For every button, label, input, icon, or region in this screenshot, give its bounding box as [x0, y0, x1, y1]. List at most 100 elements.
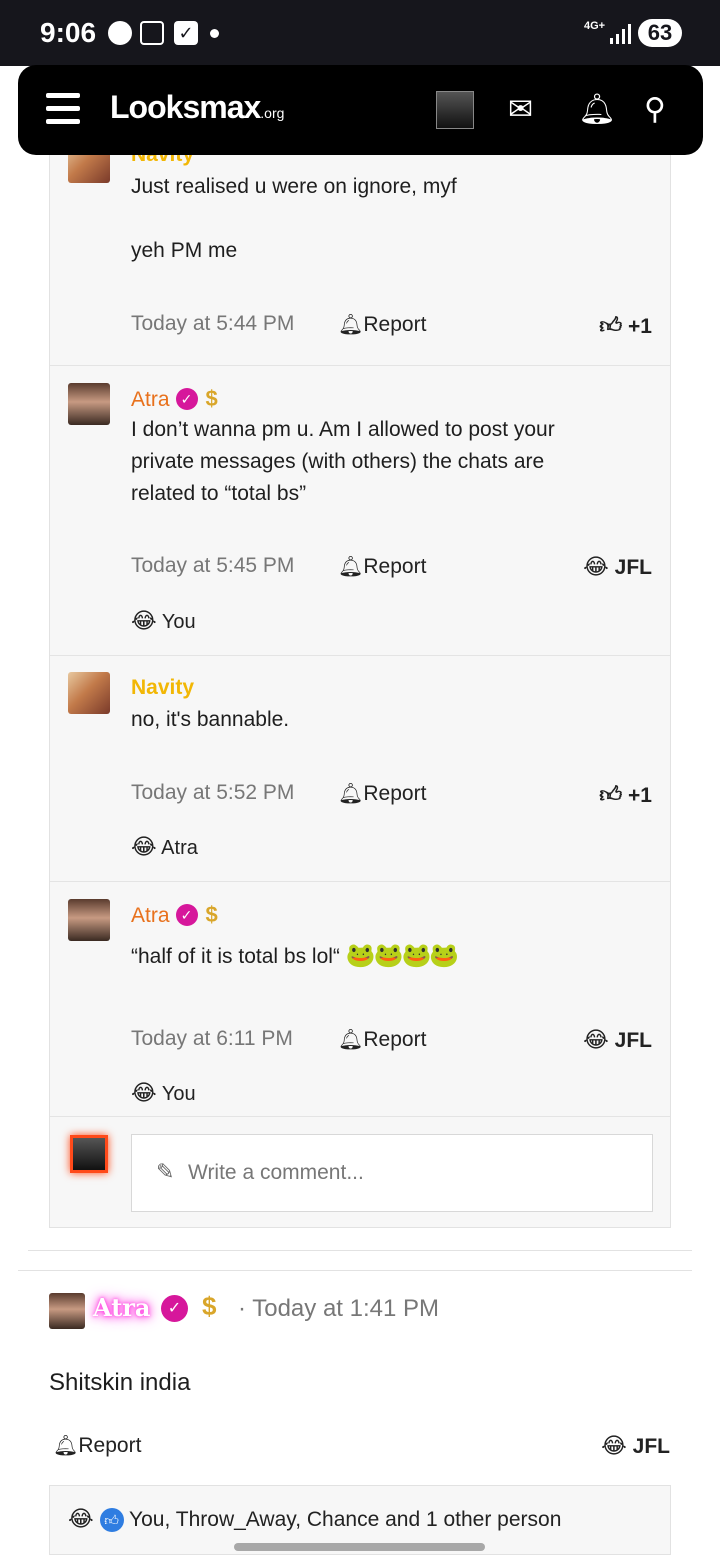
reaction-label: JFL [632, 1435, 670, 1458]
post-time[interactable]: · Today at 1:41 PM [238, 1295, 439, 1323]
thumbs-up-icon: 👍︎ [599, 782, 623, 807]
bell-icon[interactable]: 🔔︎ [578, 93, 616, 127]
report-button[interactable]: 🔔︎Report [338, 312, 426, 337]
thumbs-up-icon: 👍︎ [599, 313, 623, 338]
reaction-button[interactable]: 😂 JFL [583, 1027, 652, 1053]
reaction-list[interactable]: 😂 Atra [131, 834, 198, 860]
comment-time[interactable]: Today at 6:11 PM [131, 1027, 293, 1051]
like-icon: 👍︎ [99, 1508, 124, 1532]
comment-body: I don’t wanna pm u. Am I allowed to post… [131, 414, 631, 510]
pencil-icon: ✎ [156, 1159, 175, 1184]
report-label: Report [363, 782, 427, 805]
comment-input[interactable]: ✎ Write a comment... [131, 1134, 653, 1212]
reaction-button[interactable]: 😂 JFL [583, 554, 652, 580]
comment-line [131, 203, 631, 235]
reaction-label: +1 [628, 784, 652, 807]
reaction-button[interactable]: 👍︎ +1 [599, 781, 652, 808]
profile-post: Atra ✓ $ · Today at 1:41 PM Shitskin ind… [18, 1270, 692, 1560]
report-label: Report [363, 313, 427, 336]
reacted-by: Atra [161, 837, 198, 859]
report-label: Report [363, 555, 427, 578]
author-name: Atra [131, 904, 170, 927]
checkbox-icon: ✓ [174, 21, 198, 45]
comment-item: Atra ✓ $ I don’t wanna pm u. Am I allowed … [50, 366, 670, 656]
author-name: Atra [131, 388, 170, 411]
dollar-icon: $ [205, 902, 218, 927]
report-label: Report [363, 1028, 427, 1051]
comment-author[interactable]: Atra ✓ $ [131, 386, 218, 412]
menu-icon[interactable] [46, 93, 80, 125]
report-label: Report [78, 1434, 142, 1457]
reaction-label: JFL [614, 556, 652, 579]
verified-badge-icon: ✓ [161, 1295, 188, 1322]
dollar-icon: $ [205, 386, 218, 411]
dollar-icon: $ [202, 1291, 217, 1321]
bell-icon: 🔔︎ [338, 1029, 364, 1051]
comment-line: related to “total bs” [131, 482, 307, 505]
reaction-label: JFL [614, 1029, 652, 1052]
laughing-crying-icon: 😂 [583, 1027, 609, 1052]
post-body: Shitskin india [49, 1369, 191, 1396]
comment-body: no, it's bannable. [131, 704, 631, 736]
reaction-button[interactable]: 👍︎ +1 [599, 312, 652, 339]
report-button[interactable]: 🔔︎Report [338, 1027, 426, 1052]
reaction-label: +1 [628, 315, 652, 338]
status-time: 9:06 [40, 17, 97, 48]
laughing-crying-icon: 😂 [131, 1080, 157, 1105]
screenshot-icon [140, 21, 164, 45]
laughing-crying-icon: 😂 [68, 1506, 94, 1531]
comment-time[interactable]: Today at 5:45 PM [131, 554, 294, 578]
pepe-emoji-icon: 🐸🐸🐸🐸 [345, 942, 460, 969]
bell-icon: 🔔︎ [53, 1435, 79, 1457]
comment-time[interactable]: Today at 5:52 PM [131, 781, 294, 805]
comment-time[interactable]: Today at 5:44 PM [131, 312, 294, 336]
reacted-by: You [161, 1083, 196, 1105]
laughing-crying-icon: 😂 [131, 834, 157, 859]
network-type: 4G+ [584, 20, 606, 32]
avatar[interactable] [49, 1293, 85, 1329]
comment-placeholder: Write a comment... [188, 1161, 364, 1184]
write-comment-row: ✎ Write a comment... [50, 1117, 670, 1227]
reacted-by: You, Throw_Away, Chance and 1 other pers… [129, 1508, 562, 1531]
post-author[interactable]: Atra [93, 1293, 150, 1322]
comment-item: Navity Just realised u were on ignore, m… [50, 121, 670, 366]
comment-item: Navity no, it's bannable. Today at 5:52 … [50, 656, 670, 882]
home-indicator[interactable] [234, 1543, 485, 1551]
comment-line: yeh PM me [131, 239, 238, 262]
avatar[interactable] [68, 899, 110, 941]
reaction-summary: 😂 👍︎ You, Throw_Away, Chance and 1 other… [68, 1506, 561, 1532]
comment-body: “half of it is total bs lol“ 🐸🐸🐸🐸 [131, 940, 631, 973]
comment-author[interactable]: Navity [131, 676, 194, 700]
avatar[interactable] [68, 383, 110, 425]
reacted-by: You [161, 611, 196, 633]
search-icon[interactable]: ⚲ [644, 93, 666, 127]
report-button[interactable]: 🔔︎Report [53, 1433, 141, 1458]
envelope-icon[interactable]: ✉ [508, 93, 533, 127]
avatar[interactable] [436, 91, 474, 129]
comment-line: “half of it is total bs lol“ [131, 945, 340, 968]
report-button[interactable]: 🔔︎Report [338, 781, 426, 806]
avatar[interactable] [68, 672, 110, 714]
comment-line: I don’t wanna pm u. Am I allowed to post… [131, 418, 555, 441]
circle-status-icon [108, 21, 132, 45]
laughing-crying-icon: 😂 [131, 608, 157, 633]
comment-author[interactable]: Atra ✓ $ [131, 902, 218, 928]
report-button[interactable]: 🔔︎Report [338, 554, 426, 579]
bell-icon: 🔔︎ [338, 314, 364, 336]
battery-indicator: 63 [638, 19, 682, 47]
bell-icon: 🔔︎ [338, 556, 364, 578]
divider [28, 1250, 692, 1251]
logo-text: Looksmax [110, 89, 261, 125]
reaction-button[interactable]: 😂 JFL [601, 1433, 670, 1459]
logo-suffix: .org [260, 105, 285, 121]
avatar[interactable] [70, 1135, 108, 1173]
laughing-crying-icon: 😂 [601, 1433, 627, 1458]
reaction-list[interactable]: 😂 You [131, 608, 196, 634]
laughing-crying-icon: 😂 [583, 554, 609, 579]
site-logo[interactable]: Looksmax.org [110, 89, 284, 126]
top-navigation: Looksmax.org ✉ 🔔︎ ⚲ [18, 65, 703, 155]
reaction-list[interactable]: 😂 You [131, 1080, 196, 1106]
comment-body: Just realised u were on ignore, myf yeh … [131, 171, 631, 267]
comment-thread: Navity Just realised u were on ignore, m… [49, 120, 671, 1228]
comment-item: Atra ✓ $ “half of it is total bs lol“ 🐸🐸🐸🐸… [50, 882, 670, 1117]
